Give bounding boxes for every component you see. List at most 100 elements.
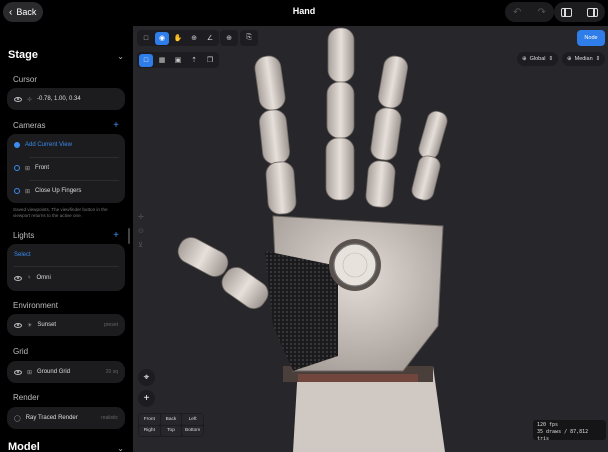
select-label: Select (14, 252, 31, 258)
model-title: Model (8, 441, 40, 452)
environment-label: Environment (13, 301, 58, 310)
eye-icon[interactable] (14, 96, 22, 102)
bulb-icon: ♀ (27, 275, 32, 281)
grid-trail: 20 sq (105, 369, 118, 375)
globe-icon: ⊕ (522, 56, 527, 62)
draws-readout: 35 draws / 87,812 tris (537, 429, 589, 442)
light-item-omni[interactable]: ♀ Omni (7, 267, 125, 289)
camera-item-front[interactable]: ⊞ Front (7, 157, 125, 179)
side-tool-column: ✛ ⊙ ⊻ (138, 213, 144, 249)
left-panel-icon[interactable] (561, 7, 573, 17)
link-icon[interactable]: ⎘ (242, 32, 256, 45)
eye-icon[interactable] (14, 369, 22, 375)
chevron-updown-icon: ⇕ (595, 56, 601, 62)
gizmo-icon[interactable]: ⊙ (138, 227, 144, 235)
move-mode-icon[interactable]: □ (139, 53, 153, 67)
view-back-button[interactable]: Back (160, 414, 182, 425)
radio-icon[interactable] (14, 165, 20, 171)
add-light-icon[interactable]: + (113, 230, 119, 241)
stage-title: Stage (8, 49, 38, 61)
environment-trail: preset (104, 322, 118, 328)
redo-icon[interactable]: ↷ (538, 7, 546, 18)
cameras-card: Add Current View ⊞ Front ⊞ Close Up Fing… (7, 134, 125, 203)
lights-label: Lights (13, 231, 35, 240)
panel-toggle-group (554, 2, 605, 22)
sidebar-scrollbar[interactable] (128, 228, 130, 244)
camera-icon: ⊞ (25, 188, 31, 195)
lights-card: Select ♀ Omni (7, 244, 125, 291)
cursor-row[interactable]: ⊹ -0.78, 1.00, 0.34 (7, 88, 125, 110)
select-pointer-icon[interactable]: ◉ (155, 31, 169, 45)
right-panel-icon[interactable] (586, 7, 598, 17)
globe-icon[interactable]: ⊕ (222, 32, 236, 45)
camera-icon: ⊞ (25, 165, 31, 172)
viewfinder-button[interactable]: ⌖ (138, 369, 155, 386)
grid-card: ⊞ Ground Grid 20 sq (7, 361, 125, 383)
select-lights-button[interactable]: Select (7, 244, 125, 266)
render-label: Render (13, 393, 40, 402)
grid-row[interactable]: ⊞ Ground Grid 20 sq (7, 361, 125, 383)
camera-item-close-up[interactable]: ⊞ Close Up Fingers (7, 180, 125, 202)
light-label: Omni (36, 275, 51, 281)
chevron-down-icon[interactable]: ⌄ (117, 444, 124, 452)
view-bottom-button[interactable]: Bottom (182, 425, 203, 436)
hand-pan-icon[interactable]: ✋ (171, 32, 185, 45)
camera-label: Front (35, 165, 50, 171)
eye-icon[interactable] (14, 322, 22, 328)
radio-icon[interactable] (14, 188, 20, 194)
upload-icon[interactable]: ⇡ (187, 54, 201, 67)
add-camera-icon[interactable]: + (113, 120, 119, 131)
select-box-icon[interactable]: □ (139, 32, 153, 45)
view-front-button[interactable]: Front (139, 414, 160, 425)
cursor-card: ⊹ -0.78, 1.00, 0.34 (7, 88, 125, 110)
undo-icon[interactable]: ↶ (513, 7, 521, 18)
undo-redo-group: ↶ ↷ (505, 2, 554, 22)
duplicate-icon[interactable]: ❐ (203, 54, 217, 67)
scale-icon[interactable]: ⊻ (138, 241, 144, 249)
view-right-button[interactable]: Right (139, 425, 160, 436)
cameras-label: Cameras (13, 121, 46, 130)
plus-icon: + (143, 393, 150, 404)
robot-hand-model (177, 27, 448, 452)
eye-icon[interactable] (14, 275, 22, 281)
cursor-value: -0.78, 1.00, 0.34 (37, 96, 81, 102)
space-dropdown[interactable]: ⊕ Global ⇕ (517, 52, 559, 66)
sun-icon: ☀ (27, 322, 33, 329)
chevron-down-icon[interactable]: ⌄ (117, 52, 124, 61)
zoom-icon[interactable]: ⊕ (187, 32, 201, 45)
3d-viewport[interactable]: □ ◉ ✋ ⊕ ∠ ⊕ ⎘ □ ▦ ▣ ⇡ ❐ Node ⊕ Global ⇕ … (133, 26, 608, 452)
camera-label: Close Up Fingers (35, 188, 82, 194)
node-button[interactable]: Node (577, 30, 605, 46)
view-presets: Front Back Left Right Top Bottom (138, 413, 204, 437)
render-icon: ◯ (14, 415, 21, 422)
stage-sidebar: Stage ⌄ Cursor ⊹ -0.78, 1.00, 0.34 Camer… (0, 25, 132, 452)
view-left-button[interactable]: Left (182, 414, 203, 425)
pivot-value: Median (574, 56, 593, 62)
grid-value: Ground Grid (37, 369, 71, 375)
top-bar: ‹ Back Hand ↶ ↷ (0, 0, 608, 25)
fps-readout: 120 fps (537, 422, 559, 428)
crosshair-icon: ⊹ (27, 96, 33, 103)
add-current-view-label: Add Current View (25, 142, 72, 148)
render-value: Ray Traced Render (25, 415, 78, 421)
measure-icon[interactable]: ∠ (203, 32, 217, 45)
render-card: ◯ Ray Traced Render realistic (7, 407, 125, 429)
render-row[interactable]: ◯ Ray Traced Render realistic (7, 407, 125, 429)
view-top-button[interactable]: Top (160, 425, 182, 436)
render-stats: 120 fps 35 draws / 87,812 tris (533, 420, 606, 442)
space-value: Global (529, 56, 546, 62)
pivot-dropdown[interactable]: ⊕ Median ⇕ (562, 52, 606, 66)
axis-icon[interactable]: ✛ (138, 213, 144, 221)
environment-value: Sunset (37, 322, 57, 328)
add-button[interactable]: + (138, 390, 155, 407)
grid-mode-icon[interactable]: ▦ (155, 54, 169, 67)
link-group: ⎘ (240, 30, 258, 46)
radio-icon (14, 142, 20, 148)
face-mode-icon[interactable]: ▣ (171, 54, 185, 67)
cursor-label: Cursor (13, 75, 38, 84)
render-trail: realistic (101, 415, 118, 421)
add-current-view-button[interactable]: Add Current View (7, 134, 125, 156)
environment-row[interactable]: ☀ Sunset preset (7, 314, 125, 336)
tool-group: □ ◉ ✋ ⊕ ∠ (137, 30, 219, 46)
grid-label: Grid (13, 347, 29, 356)
